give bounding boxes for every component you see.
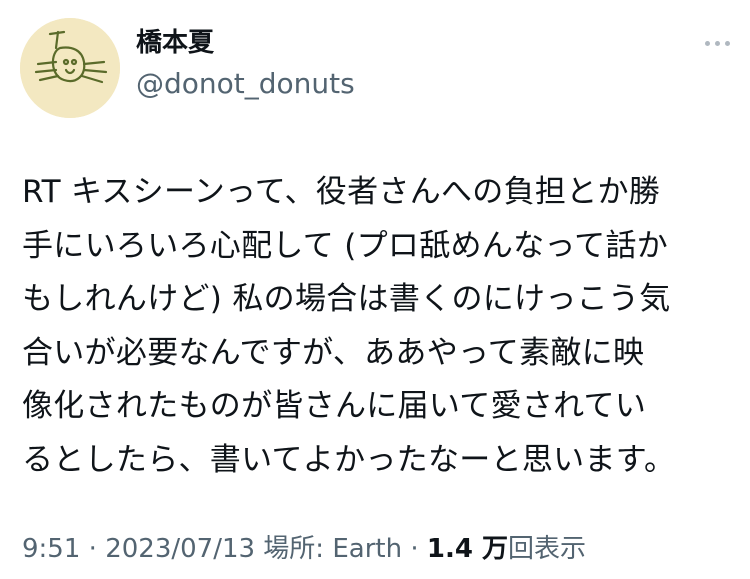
tweet-date[interactable]: 2023/07/13 — [105, 534, 255, 564]
tweet-location: 場所: Earth — [255, 534, 403, 564]
display-name[interactable]: 橋本夏 — [136, 27, 214, 59]
more-options-button[interactable] — [690, 28, 730, 58]
tweet-metadata: 9:51 · 2023/07/13 場所: Earth · 1.4 万回表示 — [22, 532, 586, 566]
more-options-icon-dot — [725, 40, 730, 46]
tweet-time[interactable]: 9:51 — [22, 534, 80, 564]
meta-separator: · — [80, 534, 106, 564]
tweet-text: RT キスシーンって、役者さんへの負担とか勝 手にいろいろ心配して (プロ舐めん… — [22, 174, 676, 478]
more-options-icon-dot — [715, 40, 720, 46]
avatar[interactable] — [20, 18, 120, 118]
views-label: 回表示 — [507, 534, 586, 564]
views-count: 1.4 万 — [426, 534, 508, 564]
user-handle[interactable]: @donot_donuts — [136, 67, 355, 101]
meta-separator: · — [402, 534, 427, 564]
cat-drawing-icon — [20, 18, 120, 118]
more-options-icon — [705, 40, 710, 46]
